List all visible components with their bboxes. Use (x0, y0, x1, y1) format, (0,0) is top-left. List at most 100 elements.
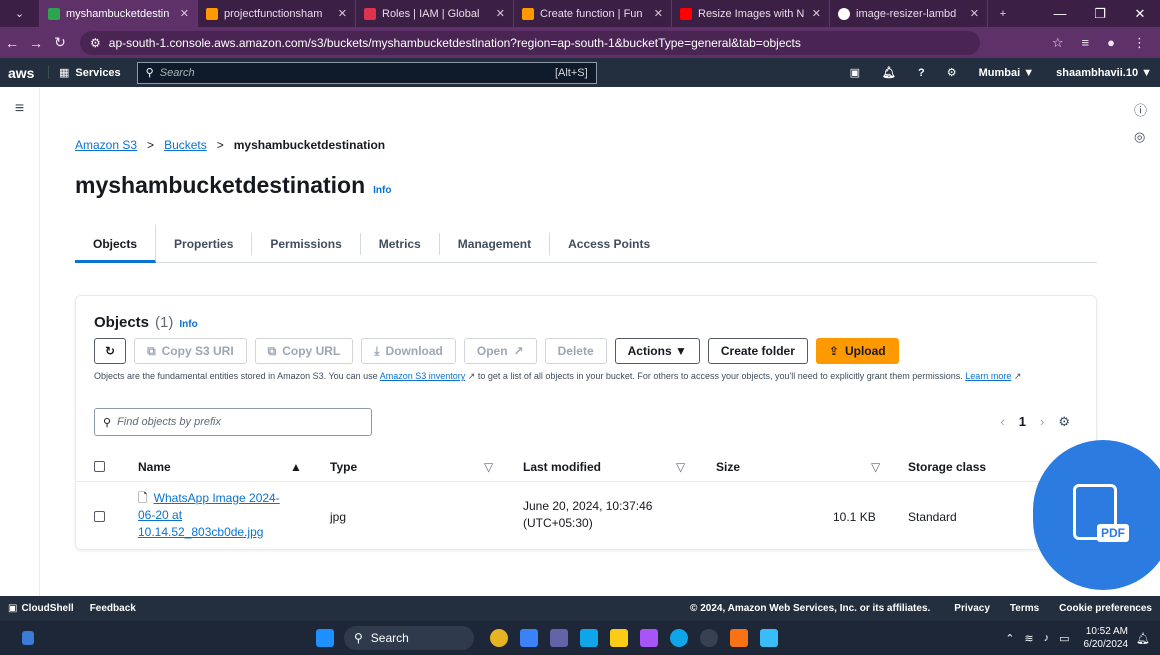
help-icon[interactable]: ? (918, 67, 925, 79)
aws-logo[interactable]: aws (0, 65, 48, 81)
profile-icon[interactable]: ● (1107, 35, 1115, 51)
chevron-up-icon[interactable]: ⌃ (1005, 632, 1014, 645)
clock[interactable]: 10:52 AM 6/20/2024 (1084, 625, 1129, 651)
close-icon[interactable]: ✕ (970, 7, 979, 20)
url-field[interactable]: ⚙ ap-south-1.console.aws.amazon.com/s3/b… (80, 30, 980, 55)
prev-page-icon[interactable]: ‹ (1000, 414, 1004, 430)
browser-tab-4[interactable]: Create function | Fun ✕ (514, 0, 672, 27)
s3-inventory-link[interactable]: Amazon S3 inventory (380, 371, 466, 381)
col-size[interactable]: Size (716, 460, 740, 474)
battery-icon[interactable]: ▭ (1059, 632, 1069, 645)
menu-icon[interactable]: ⋮ (1133, 35, 1146, 51)
windows-start-icon[interactable] (316, 629, 334, 647)
tab-permissions[interactable]: Permissions (252, 232, 361, 255)
object-link[interactable]: 06-20 at (138, 507, 280, 524)
taskbar-search[interactable]: ⚲ Search (344, 626, 474, 650)
close-icon[interactable]: ✕ (496, 7, 505, 20)
refresh-button[interactable]: ↻ (94, 338, 127, 364)
breadcrumb-buckets[interactable]: Buckets (164, 138, 207, 152)
tab-properties[interactable]: Properties (156, 232, 253, 255)
sort-icon[interactable]: ▽ (676, 460, 685, 474)
col-name[interactable]: Name (138, 460, 171, 474)
site-settings-icon[interactable]: ⚙ (90, 36, 101, 50)
reading-list-icon[interactable]: ≡ (1082, 35, 1090, 51)
copy-url-button[interactable]: ⧉ Copy URL (254, 338, 354, 364)
tab-access-points[interactable]: Access Points (550, 233, 668, 255)
delete-button[interactable]: Delete (544, 338, 607, 364)
widgets-icon[interactable] (22, 631, 34, 645)
open-button[interactable]: Open ↗ (463, 338, 537, 364)
upload-button[interactable]: ⇪ Upload (815, 338, 899, 364)
app-icon[interactable] (730, 629, 748, 647)
services-menu[interactable]: ▦ Services (48, 66, 131, 79)
close-icon[interactable]: ✕ (812, 7, 821, 20)
create-folder-button[interactable]: Create folder (707, 338, 808, 364)
sort-icon[interactable]: ▽ (871, 460, 880, 474)
cloudshell-icon[interactable]: ▣ (850, 66, 860, 79)
new-tab-button[interactable]: + (988, 0, 1018, 27)
terms-link[interactable]: Terms (1010, 603, 1039, 614)
notifications-icon[interactable]: 🔔︎ (882, 66, 896, 79)
info-panel-icon[interactable]: ⓘ (1134, 88, 1160, 119)
close-icon[interactable]: ✕ (654, 7, 663, 20)
sort-asc-icon[interactable]: ▲ (290, 460, 302, 474)
browser-tab-5[interactable]: Resize Images with N ✕ (672, 0, 830, 27)
copy-s3-uri-button[interactable]: ⧉ Copy S3 URI (134, 338, 247, 364)
wifi-icon[interactable]: ≋ (1024, 632, 1033, 645)
pdf-converter-bubble[interactable]: PDF (1033, 440, 1160, 590)
sort-icon[interactable]: ▽ (484, 460, 493, 474)
next-page-icon[interactable]: › (1040, 414, 1044, 430)
app-icon[interactable] (490, 629, 508, 647)
close-window-icon[interactable]: ✕ (1120, 6, 1160, 22)
select-all-checkbox[interactable] (94, 461, 105, 472)
hamburger-menu-icon[interactable]: ≡ (0, 88, 39, 118)
minimize-icon[interactable]: — (1040, 6, 1080, 22)
app-icon[interactable] (520, 629, 538, 647)
current-page[interactable]: 1 (1019, 414, 1026, 430)
cookie-preferences-link[interactable]: Cookie preferences (1059, 603, 1152, 614)
object-link[interactable]: WhatsApp Image 2024- (154, 491, 280, 505)
close-icon[interactable]: ✕ (180, 7, 189, 20)
teams-icon[interactable] (550, 629, 568, 647)
tutorial-icon[interactable]: ◎ (1134, 119, 1160, 145)
col-last-modified[interactable]: Last modified (523, 460, 601, 474)
volume-icon[interactable]: ♪ (1044, 632, 1050, 645)
forward-icon[interactable]: → (24, 35, 48, 51)
info-link[interactable]: Info (179, 319, 197, 330)
browser-tab-3[interactable]: Roles | IAM | Global ✕ (356, 0, 514, 27)
download-button[interactable]: ⤓ Download (361, 338, 456, 364)
row-checkbox[interactable] (94, 510, 105, 522)
settings-gear-icon[interactable]: ⚙ (947, 66, 957, 79)
privacy-link[interactable]: Privacy (954, 603, 990, 614)
bookmark-star-icon[interactable]: ☆ (1052, 35, 1064, 51)
actions-dropdown[interactable]: Actions ▼ (614, 338, 700, 364)
learn-more-link[interactable]: Learn more (965, 371, 1011, 381)
tab-list-dropdown[interactable]: ⌄ (0, 0, 40, 27)
app-icon[interactable] (580, 629, 598, 647)
account-menu[interactable]: shaambhavii.10 ▼ (1056, 67, 1152, 79)
region-selector[interactable]: Mumbai ▼ (979, 67, 1035, 79)
col-storage-class[interactable]: Storage class (908, 460, 986, 474)
breadcrumb-amazon-s3[interactable]: Amazon S3 (75, 138, 137, 152)
reload-icon[interactable]: ↻ (48, 34, 72, 51)
browser-tab-6[interactable]: image-resizer-lambd ✕ (830, 0, 988, 27)
tab-objects[interactable]: Objects (75, 224, 157, 263)
back-icon[interactable]: ← (0, 35, 24, 51)
info-link[interactable]: Info (373, 185, 391, 196)
object-link[interactable]: 10.14.52_803cb0de.jpg (138, 524, 280, 541)
app-icon[interactable] (640, 629, 658, 647)
cloudshell-button[interactable]: CloudShell (21, 603, 73, 614)
feedback-button[interactable]: Feedback (90, 603, 136, 614)
edge-icon[interactable] (670, 629, 688, 647)
find-objects-input[interactable]: ⚲ Find objects by prefix (94, 408, 372, 436)
browser-tab-2[interactable]: projectfunctionsham ✕ (198, 0, 356, 27)
tab-management[interactable]: Management (440, 232, 551, 255)
restore-icon[interactable]: ❐ (1080, 6, 1120, 22)
file-explorer-icon[interactable] (610, 629, 628, 647)
table-settings-icon[interactable]: ⚙ (1058, 414, 1070, 430)
global-search-input[interactable]: ⚲ Search [Alt+S] (136, 61, 597, 84)
close-icon[interactable]: ✕ (338, 7, 347, 20)
chrome-icon[interactable] (700, 629, 718, 647)
notification-icon[interactable]: 🔔︎ (1136, 632, 1150, 645)
browser-tab-1[interactable]: myshambucketdestin ✕ (40, 0, 198, 27)
